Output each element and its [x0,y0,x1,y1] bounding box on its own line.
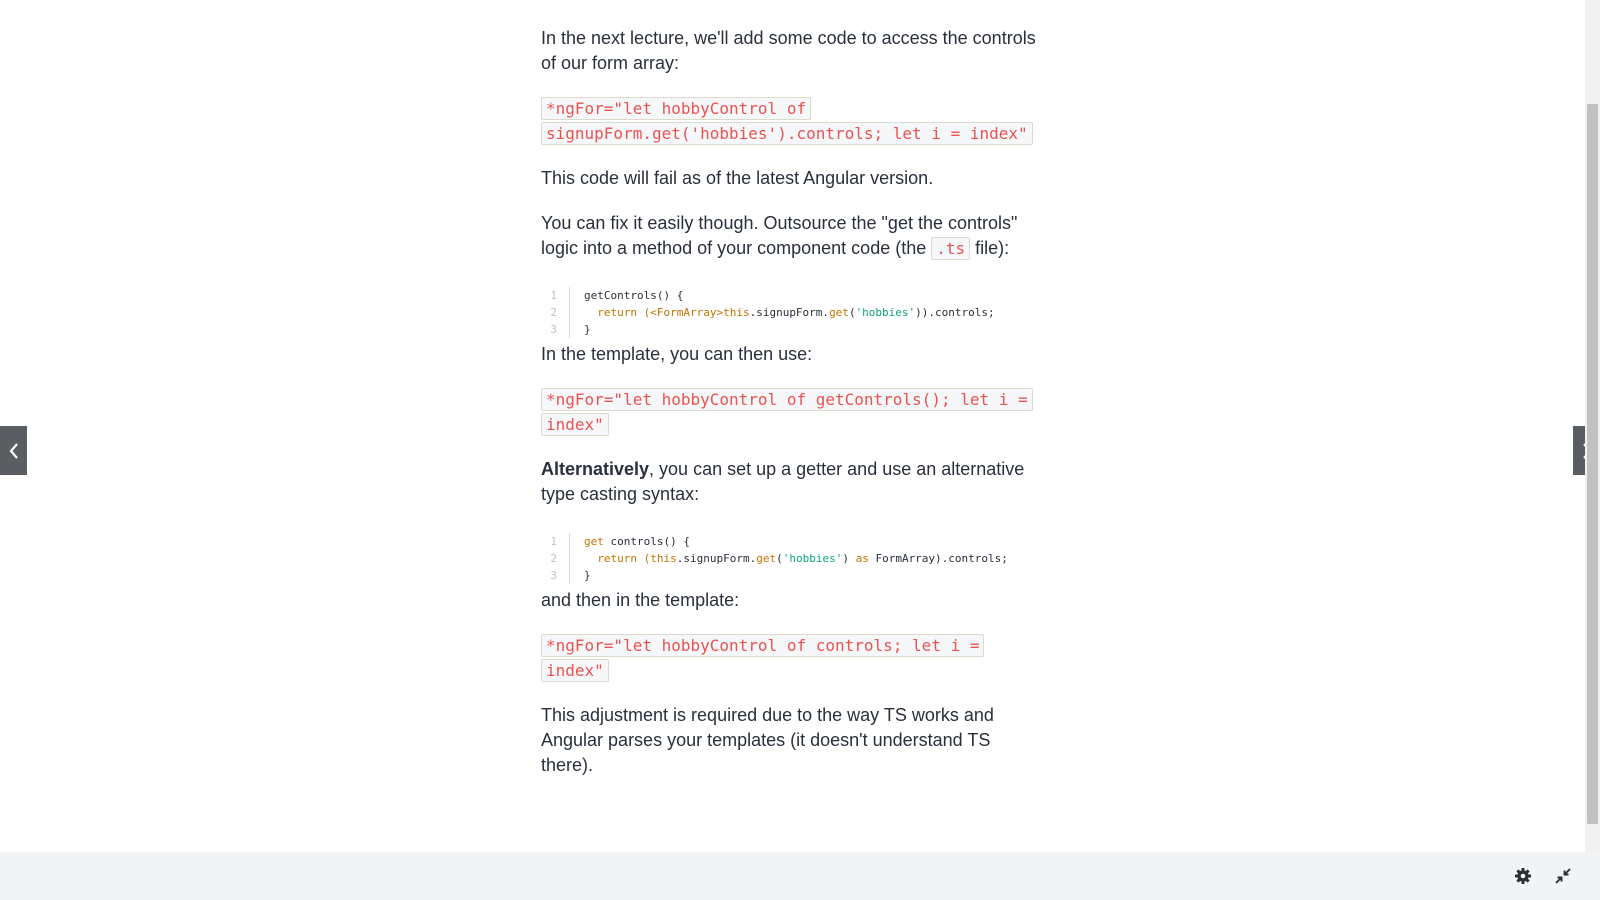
paragraph-failure-note: This code will fail as of the latest Ang… [541,168,934,188]
code-snippet-getter: *ngFor="let hobbyControl of controls; le… [541,633,1041,683]
code-snippet-original: *ngFor="let hobbyControl of signupForm.g… [541,96,1041,146]
gear-icon[interactable] [1513,866,1533,886]
code-block-getter: 1 get controls() { 2 return (this.signup… [541,527,1041,584]
inline-code: *ngFor="let hobbyControl of controls; le… [541,634,985,682]
chevron-left-icon [9,442,18,459]
code-block-method: 1 getControls() { 2 return (<FormArray>t… [541,281,1041,338]
code-line: 1 getControls() { [541,287,1041,304]
paragraph-template-then: and then in the template: [541,590,740,610]
lecture-article: In the next lecture, we'll add some code… [541,26,1041,798]
code-snippet-method: *ngFor="let hobbyControl of getControls(… [541,387,1041,437]
code-line: 1 get controls() { [541,533,1041,550]
player-footer [0,852,1600,900]
inline-code: *ngFor="let hobbyControl of getControls(… [541,388,1033,436]
paragraph-explanation: This adjustment is required due to the w… [541,705,994,775]
code-line: 2 return (<FormArray>this.signupForm.get… [541,304,1041,321]
code-line: 3 } [541,567,1041,584]
previous-lecture-button[interactable] [0,426,27,475]
paragraph-fix: You can fix it easily though. Outsource … [541,213,1018,260]
inline-code: *ngFor="let hobbyControl of signupForm.g… [541,97,1033,145]
paragraph-alternative: Alternatively, you can set up a getter a… [541,459,1025,504]
paragraph-template-use: In the template, you can then use: [541,344,813,364]
paragraph-intro: In the next lecture, we'll add some code… [541,28,1036,73]
scrollbar[interactable] [1585,0,1600,852]
inline-code-ts: .ts [931,237,971,260]
scrollbar-thumb[interactable] [1587,104,1598,824]
code-line: 3 } [541,321,1041,338]
minimize-icon[interactable] [1553,866,1573,886]
code-line: 2 return (this.signupForm.get('hobbies')… [541,550,1041,567]
